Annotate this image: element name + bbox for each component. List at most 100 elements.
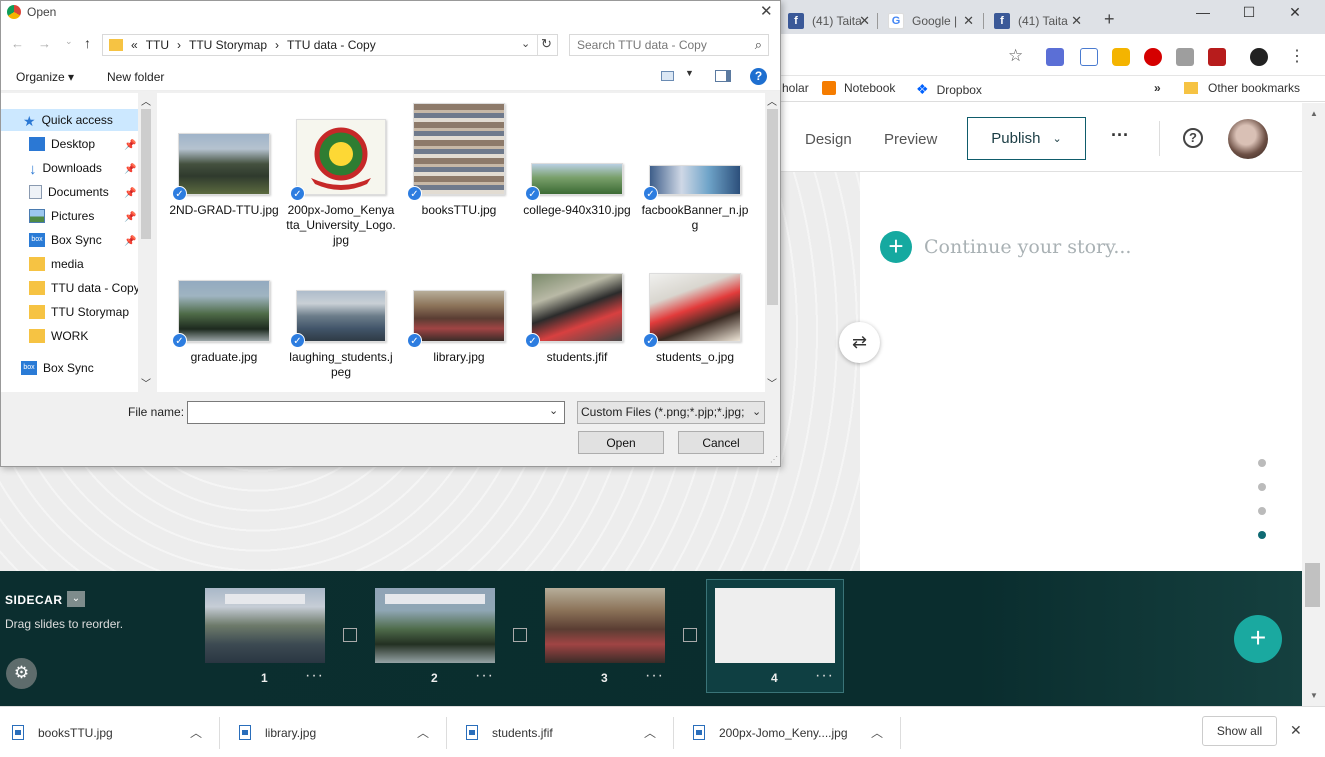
recent-locations-icon[interactable]: ⌄ — [65, 36, 73, 47]
slide-dot[interactable] — [1258, 483, 1266, 491]
bookmark-item[interactable]: ❖ Dropbox — [916, 81, 982, 98]
close-window-icon[interactable]: ✕ — [1272, 0, 1318, 24]
scroll-down-icon[interactable]: ▼ — [1310, 691, 1318, 700]
extension-icon[interactable] — [1112, 48, 1130, 66]
file-item[interactable]: ✓ laughing_students.jpeg — [286, 290, 396, 380]
breadcrumb-item[interactable]: TTU — [146, 38, 169, 52]
more-options-icon[interactable]: ··· — [1111, 125, 1129, 146]
help-icon[interactable]: ? — [750, 68, 767, 85]
chevron-down-icon[interactable]: ⌄ — [549, 404, 558, 417]
extension-icon[interactable] — [1046, 48, 1064, 66]
add-slide-button[interactable]: + — [1234, 615, 1282, 663]
breadcrumb-overflow[interactable]: « — [131, 38, 138, 52]
forward-arrow-icon[interactable]: → — [38, 36, 51, 51]
scroll-down-icon[interactable]: ﹀ — [767, 375, 777, 390]
nav-item-work[interactable]: WORK — [29, 325, 88, 347]
page-scrollbar[interactable]: ▲ ▼ — [1302, 103, 1325, 706]
browser-tab[interactable]: f (41) Taita ✕ — [986, 8, 1088, 34]
chevron-up-icon[interactable]: ︿ — [644, 724, 656, 741]
file-item[interactable]: ✓ graduate.jpg — [169, 280, 279, 365]
scrollbar-thumb[interactable] — [767, 109, 778, 305]
add-content-button[interactable]: + — [880, 231, 912, 263]
extension-icon[interactable] — [1176, 48, 1194, 66]
pdf-extension-icon[interactable] — [1208, 48, 1226, 66]
search-input[interactable]: Search TTU data - Copy ⌕ — [569, 34, 769, 56]
adblock-icon[interactable] — [1144, 48, 1162, 66]
slide-thumbnail[interactable] — [715, 588, 835, 663]
publish-button[interactable]: Publish ⌄ — [967, 117, 1086, 160]
chevron-down-icon[interactable]: ⌄ — [521, 37, 530, 50]
bookmark-star-icon[interactable]: ☆ — [1008, 46, 1023, 66]
view-options-dropdown-icon[interactable]: ▼ — [685, 68, 694, 78]
download-item[interactable]: booksTTU.jpg — [12, 707, 113, 757]
other-bookmarks[interactable]: Other bookmarks — [1184, 81, 1300, 95]
file-type-select[interactable]: Custom Files (*.png;*.pjp;*.jpg; ⌄ — [577, 401, 765, 424]
scrollbar-thumb[interactable] — [1305, 563, 1320, 607]
bookmark-item[interactable]: holar — [782, 81, 809, 95]
nav-item-downloads[interactable]: ↓ Downloads — [29, 157, 102, 179]
download-item[interactable]: 200px-Jomo_Keny....jpg — [693, 707, 848, 757]
slide-thumbnail[interactable] — [545, 588, 665, 663]
slide-more-icon[interactable]: ··· — [305, 667, 324, 685]
more-bookmarks-icon[interactable]: » — [1154, 81, 1161, 95]
slide-more-icon[interactable]: ··· — [815, 667, 834, 685]
chevron-up-icon[interactable]: ︿ — [190, 724, 202, 741]
bookmark-item[interactable]: Notebook — [822, 81, 895, 95]
file-item[interactable]: ✓ college-940x310.jpg — [522, 163, 632, 218]
design-tab[interactable]: Design — [805, 131, 852, 148]
profile-avatar[interactable] — [1250, 48, 1268, 66]
breadcrumb-separator[interactable]: › — [177, 38, 181, 52]
scroll-up-icon[interactable]: ︿ — [141, 93, 151, 108]
docs-extension-icon[interactable] — [1080, 48, 1098, 66]
show-all-button[interactable]: Show all — [1202, 716, 1277, 746]
view-options-icon[interactable] — [661, 71, 674, 81]
back-arrow-icon[interactable]: ← — [11, 36, 24, 51]
download-item[interactable]: library.jpg — [239, 707, 316, 757]
nav-item-box-sync-root[interactable]: box Box Sync — [21, 357, 94, 379]
minimize-icon[interactable]: — — [1180, 0, 1226, 24]
close-tab-icon[interactable]: ✕ — [859, 13, 870, 29]
browser-tab[interactable]: G Google | ✕ — [880, 8, 980, 34]
help-icon[interactable]: ? — [1183, 128, 1203, 148]
nav-item-pictures[interactable]: Pictures — [29, 205, 94, 227]
slide-more-icon[interactable]: ··· — [475, 667, 494, 685]
download-item[interactable]: students.jfif — [466, 707, 553, 757]
slide-more-icon[interactable]: ··· — [645, 667, 664, 685]
close-downloads-icon[interactable]: ✕ — [1290, 722, 1302, 739]
cancel-button[interactable]: Cancel — [678, 431, 764, 454]
close-tab-icon[interactable]: ✕ — [963, 13, 974, 29]
breadcrumb-separator[interactable]: › — [275, 38, 279, 52]
duplicate-icon[interactable] — [513, 628, 527, 642]
nav-scrollbar[interactable]: ︿ ﹀ — [138, 93, 154, 392]
close-tab-icon[interactable]: ✕ — [1071, 13, 1082, 29]
maximize-icon[interactable]: ☐ — [1226, 0, 1272, 24]
user-avatar[interactable] — [1228, 119, 1268, 159]
nav-item-documents[interactable]: Documents — [29, 181, 109, 203]
nav-item-media[interactable]: media — [29, 253, 84, 275]
slide-thumbnail[interactable] — [205, 588, 325, 663]
scroll-up-icon[interactable]: ▲ — [1310, 109, 1318, 118]
preview-tab[interactable]: Preview — [884, 131, 937, 148]
chevron-up-icon[interactable]: ︿ — [871, 724, 883, 741]
resize-grip-icon[interactable]: ⋰ — [770, 455, 778, 464]
slide-thumbnail[interactable] — [375, 588, 495, 663]
scroll-up-icon[interactable]: ︿ — [767, 93, 777, 108]
file-item[interactable]: ✓ students_o.jpg — [640, 273, 750, 365]
browser-tab[interactable]: f (41) Taita ✕ — [780, 8, 876, 34]
scrollbar-thumb[interactable] — [141, 109, 151, 239]
new-tab-icon[interactable]: + — [1104, 9, 1115, 30]
up-arrow-icon[interactable]: ↑ — [84, 35, 91, 51]
new-folder-button[interactable]: New folder — [107, 70, 164, 84]
continue-story-placeholder[interactable]: Continue your story... — [924, 236, 1131, 258]
breadcrumb[interactable]: « TTU › TTU Storymap › TTU data - Copy ⌄… — [102, 34, 558, 56]
open-button[interactable]: Open — [578, 431, 664, 454]
file-item[interactable]: ✓ library.jpg — [404, 290, 514, 365]
file-item[interactable]: ✓ 2ND-GRAD-TTU.jpg — [169, 133, 279, 218]
swap-layout-icon[interactable]: ⇄ — [839, 322, 880, 363]
slide-dot[interactable] — [1258, 459, 1266, 467]
browser-menu-icon[interactable]: ⋮ — [1289, 46, 1305, 66]
duplicate-icon[interactable] — [343, 628, 357, 642]
chevron-up-icon[interactable]: ︿ — [417, 724, 429, 741]
file-item[interactable]: ✓ 200px-Jomo_Kenyatta_University_Logo.jp… — [286, 119, 396, 248]
file-list-scrollbar[interactable]: ︿ ﹀ — [765, 93, 780, 392]
